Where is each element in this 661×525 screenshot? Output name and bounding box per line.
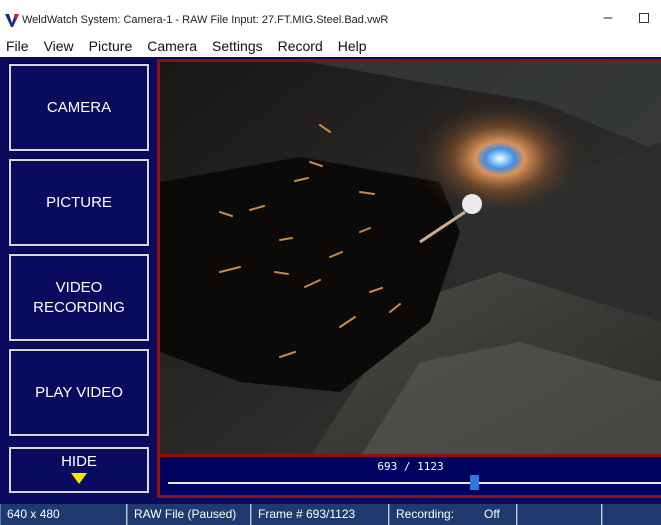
hide-button-label: HIDE: [61, 453, 97, 470]
camera-button-label: CAMERA: [46, 98, 112, 116]
frame-slider-track[interactable]: [168, 482, 661, 484]
video-recording-label-line2: RECORDING: [33, 298, 125, 316]
menu-camera[interactable]: Camera: [147, 38, 197, 54]
weldwatch-logo-icon: [5, 14, 19, 27]
frame-separator: /: [403, 460, 411, 473]
video-recording-label-line1: VIDEO: [55, 278, 103, 296]
title-bar: WeldWatch System: Camera-1 - RAW File In…: [0, 0, 661, 34]
menu-bar: File View Picture Camera Settings Record…: [0, 34, 661, 57]
maximize-icon: [638, 12, 649, 23]
playback-bar: 693 / 1123: [157, 457, 661, 498]
status-frame: Frame # 693/1123: [251, 504, 389, 525]
picture-button-label: PICTURE: [46, 193, 112, 211]
status-recording: Recording: Off: [389, 504, 517, 525]
menu-record[interactable]: Record: [278, 38, 323, 54]
maximize-button[interactable]: [626, 6, 661, 30]
minimize-button[interactable]: –: [590, 6, 626, 30]
window-title: WeldWatch System: Camera-1 - RAW File In…: [22, 14, 389, 26]
video-recording-button[interactable]: VIDEO RECORDING: [8, 253, 150, 342]
menu-settings[interactable]: Settings: [212, 38, 263, 54]
hide-button[interactable]: HIDE: [9, 447, 149, 493]
frame-counter: 693 / 1123: [160, 457, 661, 473]
menu-picture[interactable]: Picture: [89, 38, 133, 54]
picture-button[interactable]: PICTURE: [8, 158, 150, 247]
play-video-button[interactable]: PLAY VIDEO: [8, 348, 150, 437]
camera-button[interactable]: CAMERA: [8, 63, 150, 152]
status-bar: 640 x 480 RAW File (Paused) Frame # 693/…: [0, 504, 661, 525]
recording-label: Recording:: [396, 507, 455, 521]
status-source: RAW File (Paused): [127, 504, 251, 525]
total-frames: 1123: [417, 460, 444, 473]
menu-file[interactable]: File: [6, 38, 29, 54]
menu-view[interactable]: View: [44, 38, 74, 54]
status-empty-1: [517, 504, 602, 525]
current-frame: 693: [377, 460, 398, 473]
weld-video-frame: [160, 62, 661, 454]
play-video-button-label: PLAY VIDEO: [35, 383, 123, 401]
recording-value: Off: [484, 507, 500, 521]
status-resolution: 640 x 480: [0, 504, 127, 525]
triangle-down-icon: [71, 473, 87, 484]
frame-slider-thumb[interactable]: [470, 475, 480, 490]
status-empty-2: [602, 504, 661, 525]
video-display[interactable]: [157, 59, 661, 457]
side-panel: CAMERA PICTURE VIDEO RECORDING PLAY VIDE…: [0, 57, 158, 498]
menu-help[interactable]: Help: [338, 38, 367, 54]
